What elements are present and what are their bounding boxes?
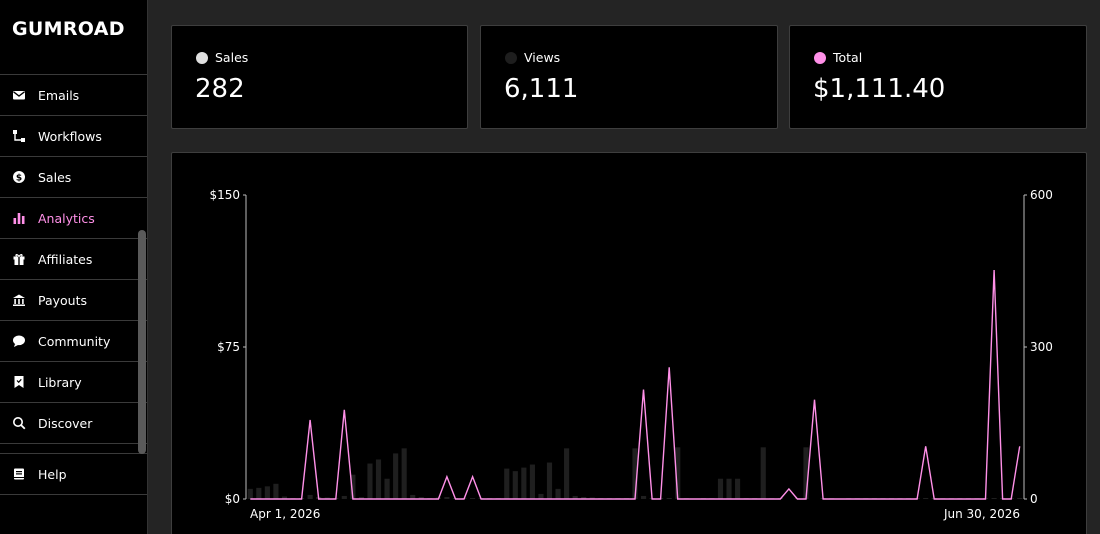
sales-summary-label: Sales: [196, 50, 248, 65]
sidebar-item-label: Payouts: [38, 292, 88, 308]
right-axis-tick-label: 600: [1030, 188, 1053, 202]
views-bar: [247, 488, 253, 499]
svg-text:$: $: [16, 173, 22, 183]
views-bar: [760, 447, 766, 499]
views-bar: [735, 478, 741, 499]
views-bar: [666, 497, 672, 499]
sidebar-item-label: Sales: [38, 169, 72, 185]
views-bar: [384, 478, 390, 499]
views-bar: [555, 488, 561, 499]
views-bar: [469, 497, 476, 499]
sidebar-item-label: Analytics: [38, 210, 95, 226]
total-amount: $1,111.40: [813, 74, 946, 104]
sales-summary-card: Sales 282: [171, 25, 468, 129]
bookmark-icon: [12, 375, 26, 389]
views-bar: [717, 478, 724, 499]
gift-icon: [12, 252, 26, 266]
sales-count: 282: [195, 74, 245, 104]
sales-legend-dot: [196, 51, 208, 64]
views-label-text: Views: [524, 50, 561, 65]
sidebar-item-label: Help: [38, 466, 67, 482]
gumroad-logo[interactable]: GUMROAD: [12, 18, 125, 40]
views-bar: [538, 493, 544, 499]
right-axis-tick-label: 300: [1030, 340, 1053, 354]
views-bar: [401, 448, 407, 499]
sidebar-item-discover[interactable]: Discover: [0, 402, 147, 443]
views-bar: [367, 463, 373, 499]
views-bar: [991, 497, 997, 499]
sidebar-item-label: Emails: [38, 87, 80, 103]
views-bar: [504, 468, 510, 499]
sidebar-item-label: Affiliates: [38, 251, 93, 267]
views-bar: [640, 495, 647, 499]
sidebar-item-label: Workflows: [38, 128, 102, 144]
views-bar: [444, 496, 450, 499]
views-bar: [512, 471, 518, 499]
analytics-chart[interactable]: $0 $75 $150 0 300 600 Apr 1, 2026 Jun 30, 2026: [172, 153, 1088, 534]
total-summary-card: Total $1,111.40: [789, 25, 1087, 129]
views-bar: [1017, 497, 1023, 499]
right-axis-tick-label: 0: [1030, 492, 1038, 506]
sidebar-item-workflows[interactable]: Workflows: [0, 115, 147, 156]
sidebar-divider: [0, 443, 147, 444]
sidebar-item-community[interactable]: Community: [0, 320, 147, 361]
sidebar-item-label: Community: [38, 333, 111, 349]
bar-chart-icon: [12, 211, 26, 225]
sidebar-scrollbar[interactable]: [138, 230, 146, 454]
views-bar: [564, 448, 570, 499]
views-summary-label: Views: [505, 50, 560, 65]
workflow-icon: [12, 129, 26, 143]
views-bar: [393, 453, 399, 499]
sidebar-item-library[interactable]: Library: [0, 361, 147, 402]
sidebar-nav: Emails Workflows $ Sales Analytics Affiliates…: [0, 74, 147, 444]
views-bar: [264, 486, 270, 499]
sidebar-item-help[interactable]: Help: [0, 453, 147, 495]
x-axis-end-label: Jun 30, 2026: [943, 507, 1020, 521]
x-axis-start-label: Apr 1, 2026: [250, 507, 320, 521]
views-bar: [923, 497, 929, 499]
views-bar: [256, 487, 262, 499]
total-summary-label: Total: [814, 50, 862, 65]
views-legend-dot: [505, 51, 517, 64]
sidebar: GUMROAD Emails Workflows $ Sales Analytics Af…: [0, 0, 148, 534]
left-axis-tick-label: $150: [209, 188, 240, 202]
dollar-circle-icon: $: [12, 170, 26, 184]
sales-label-text: Sales: [215, 50, 249, 65]
sidebar-item-analytics[interactable]: Analytics: [0, 197, 147, 238]
views-summary-card: Views 6,111: [480, 25, 778, 129]
book-icon: [12, 467, 26, 481]
sidebar-item-sales[interactable]: $ Sales: [0, 156, 147, 197]
total-legend-dot: [814, 51, 826, 64]
analytics-chart-card: $0 $75 $150 0 300 600 Apr 1, 2026 Jun 30, 2026: [171, 152, 1087, 534]
left-axis-tick-label: $0: [225, 492, 240, 506]
views-count: 6,111: [504, 74, 579, 104]
sidebar-item-label: Discover: [38, 415, 93, 431]
left-axis-tick-label: $75: [217, 340, 240, 354]
views-bar: [375, 459, 382, 499]
chat-bubble-icon: [12, 334, 26, 348]
search-icon: [12, 416, 26, 430]
views-bar: [546, 462, 553, 499]
sidebar-item-payouts[interactable]: Payouts: [0, 279, 147, 320]
views-bar: [726, 478, 732, 499]
views-bar: [307, 494, 313, 499]
sidebar-item-affiliates[interactable]: Affiliates: [0, 238, 147, 279]
views-bar: [521, 467, 527, 499]
total-label-text: Total: [833, 50, 863, 65]
views-bar: [529, 464, 535, 499]
views-bar: [273, 483, 279, 499]
sidebar-item-emails[interactable]: Emails: [0, 74, 147, 115]
sidebar-item-label: Library: [38, 374, 82, 390]
envelope-icon: [12, 88, 26, 102]
bank-icon: [12, 293, 26, 307]
views-bar: [341, 495, 347, 499]
